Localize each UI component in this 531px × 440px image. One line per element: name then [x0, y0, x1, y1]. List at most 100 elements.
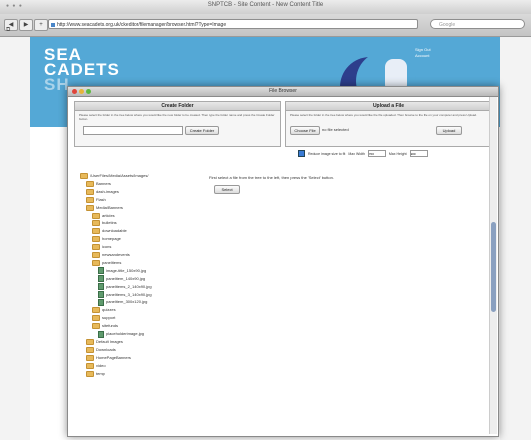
tree-item-label: /UserFiles/Media/Assets/Images/ [90, 173, 149, 178]
tree-folder-item[interactable]: icons [92, 244, 112, 251]
tree-item-label: homepage [102, 236, 121, 242]
image-file-icon [98, 291, 104, 298]
tree-item-label: panelitem_140x90.jpg [106, 275, 146, 281]
image-file-icon [98, 275, 104, 283]
max-height-input[interactable] [409, 150, 428, 157]
max-width-input[interactable] [367, 150, 386, 157]
tree-item-label: HomePageBanners [96, 354, 131, 360]
tree-item-label: quizzes [102, 307, 116, 313]
resize-options: Reduce image size to fit Max Width Max H… [298, 150, 428, 157]
search-field[interactable]: Google [430, 19, 525, 29]
account-link[interactable]: Account [415, 53, 431, 59]
tree-folder-item[interactable]: Media/Banners [86, 204, 123, 211]
dialog-titlebar: File Browser [68, 87, 498, 97]
tree-item-label: Banners [96, 180, 111, 186]
folder-icon [86, 370, 94, 377]
tree-item-label: video [96, 362, 106, 368]
create-folder-panel: Create Folder Please select the folder i… [74, 101, 281, 147]
tree-folder-item[interactable]: HomePageBanners [86, 354, 131, 361]
tree-folder-item[interactable]: support [92, 315, 115, 322]
tree-item-label: Downloads [96, 346, 116, 352]
file-browser-dialog: File Browser Create Folder Please select… [67, 86, 499, 437]
tree-file-item[interactable]: panelitem_300x120.jpg [98, 298, 147, 306]
tree-folder-item[interactable]: panelitems [92, 259, 122, 266]
tree-item-label: dash-images [96, 188, 119, 194]
folder-icon [92, 323, 100, 330]
tree-folder-item[interactable]: bulletins [92, 220, 117, 227]
image-file-icon [98, 267, 104, 275]
tree-item-label: downloadable [102, 228, 127, 234]
dialog-scrollbar[interactable] [489, 97, 497, 434]
header-links: Sign Out Account [415, 47, 431, 59]
folder-icon [86, 362, 94, 369]
tree-file-item[interactable]: image-title_150x90.jpg [98, 267, 147, 275]
action-panels: Create Folder Please select the folder i… [74, 101, 492, 147]
image-file-icon [98, 283, 104, 291]
resize-checkbox[interactable] [298, 150, 305, 157]
forward-button[interactable]: ▶ [19, 19, 33, 31]
tree-folder-item[interactable]: sitefunds [92, 323, 119, 330]
folder-icon [86, 188, 94, 195]
upload-button[interactable]: Upload [436, 126, 462, 135]
scrollbar-thumb[interactable] [491, 222, 496, 312]
tree-folder-item[interactable]: Banners [86, 180, 111, 187]
tree-item-label: panelitems_2_140x90.jpg [106, 283, 152, 289]
tree-item-label: placeholderimage.jpg [106, 331, 145, 336]
address-bar[interactable]: http://www.seacadets.org.uk/ckeditor/fil… [48, 19, 418, 29]
upload-help: Please select the folder in the tree bel… [290, 113, 477, 117]
tree-folder-item[interactable]: homepage [92, 236, 121, 243]
create-folder-button[interactable]: Create Folder [185, 126, 219, 135]
max-width-label: Max Width [348, 151, 365, 156]
tree-file-item[interactable]: panelitems_2_140x90.jpg [98, 283, 152, 291]
folder-icon [86, 196, 94, 203]
folder-icon [92, 307, 100, 314]
select-instructions: First select a file from the tree to the… [209, 175, 334, 180]
tree-item-label: articles [102, 212, 115, 218]
folder-icon [92, 236, 100, 243]
tree-item-label: image-title_150x90.jpg [106, 267, 147, 273]
tree-folder-item[interactable]: Default Images [86, 338, 123, 345]
max-height-label: Max Height [388, 151, 407, 156]
choose-file-button[interactable]: Choose File [290, 126, 320, 135]
folder-icon [92, 315, 100, 322]
tree-file-item[interactable]: panelitem_140x90.jpg [98, 275, 146, 283]
create-folder-help: Please select the folder in the tree bel… [79, 113, 275, 121]
window-title: SNPTCB - Site Content - New Content Titl… [207, 2, 324, 8]
folder-icon [92, 252, 100, 258]
folder-icon [86, 204, 94, 211]
tree-folder-item[interactable]: Downloads [86, 346, 116, 353]
select-button[interactable]: Select [214, 185, 240, 194]
tree-folder-item[interactable]: Flash [86, 196, 106, 203]
tree-item-label: sitefunds [102, 323, 119, 329]
add-bookmark-button[interactable]: + [34, 19, 48, 31]
tree-folder-item[interactable]: downloadable [92, 228, 127, 235]
upload-heading: Upload a File [286, 102, 491, 111]
image-file-icon [98, 330, 104, 338]
address-bar-text: http://www.seacadets.org.uk/ckeditor/fil… [57, 22, 227, 28]
upload-file-panel: Upload a File Please select the folder i… [285, 101, 492, 147]
tree-item-label: panelitems [102, 259, 122, 265]
tree-item-label: Flash [96, 196, 106, 202]
folder-icon [86, 180, 94, 187]
tree-folder-item[interactable]: /UserFiles/Media/Assets/Images/ [80, 173, 148, 179]
tree-folder-item[interactable]: newsandevents [92, 252, 130, 258]
tree-folder-item[interactable]: quizzes [92, 307, 116, 314]
browser-window: ● ● ● SNPTCB - Site Content - New Conten… [0, 0, 531, 440]
browser-toolbar: ◀ ▶ + http://www.seacadets.org.uk/ckedit… [0, 14, 531, 37]
folder-icon [92, 220, 100, 227]
tree-folder-item[interactable]: articles [92, 212, 115, 219]
folder-name-input[interactable] [83, 126, 183, 135]
tree-folder-item[interactable]: temp [86, 370, 105, 377]
tree-item-label: icons [102, 244, 112, 250]
folder-icon [92, 228, 100, 235]
dialog-title: File Browser [269, 88, 297, 94]
nav-buttons: ◀ ▶ + [4, 19, 48, 31]
browser-titlebar: ● ● ● SNPTCB - Site Content - New Conten… [0, 0, 531, 15]
tree-file-item[interactable]: panelitems_3_140x90.jpg [98, 291, 152, 298]
tree-folder-item[interactable]: dash-images [86, 188, 119, 195]
tree-file-item[interactable]: placeholderimage.jpg [98, 330, 145, 338]
image-file-icon [98, 298, 104, 306]
tree-folder-item[interactable]: video [86, 362, 106, 369]
folder-icon [80, 173, 88, 179]
bookmarks-icon[interactable]: ⧉ [6, 27, 10, 34]
